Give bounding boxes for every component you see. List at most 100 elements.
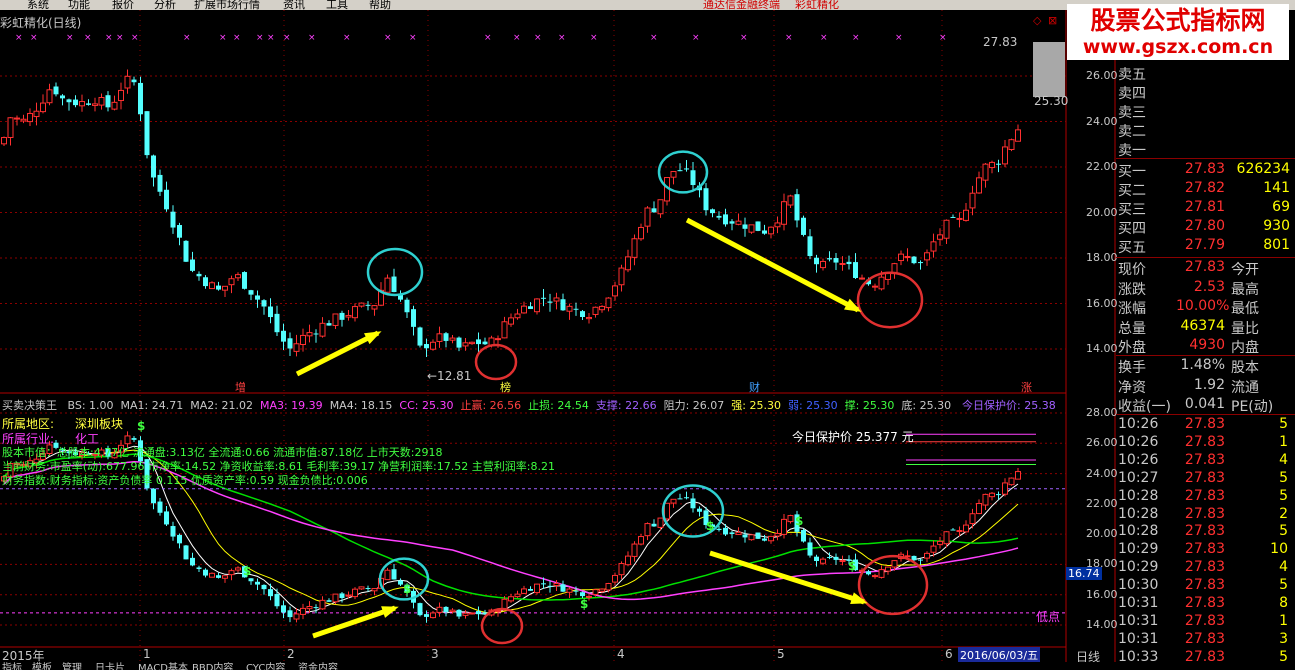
bottom-tab[interactable]: BBD内容 bbox=[192, 662, 233, 670]
indicator-param: 底: 25.30 bbox=[901, 399, 952, 412]
candle-body-down bbox=[996, 494, 1001, 496]
stat-row: 换手 1.48% 股本 bbox=[1116, 357, 1295, 376]
arrow-head bbox=[850, 592, 868, 604]
candle-body-down bbox=[677, 498, 683, 500]
candle-body-up bbox=[891, 560, 898, 568]
candle-body-down bbox=[853, 262, 858, 278]
candle-body-up bbox=[820, 260, 826, 269]
trend-arrow bbox=[312, 605, 396, 639]
candle-body-up bbox=[436, 606, 443, 613]
indicator-name[interactable]: 买卖决策王 bbox=[2, 399, 57, 412]
signal-marker: × bbox=[939, 33, 947, 43]
event-marker[interactable]: 财 bbox=[749, 379, 760, 395]
candle-body-up bbox=[352, 306, 358, 319]
candle-body-down bbox=[755, 532, 761, 539]
candle-body-down bbox=[339, 312, 345, 320]
quote-label: 总量 bbox=[1118, 320, 1146, 337]
buy-signal-marker: $ bbox=[243, 564, 251, 578]
candle-body-up bbox=[592, 589, 599, 595]
candle-body-down bbox=[424, 614, 429, 617]
indicator-param: MA4: 18.15 bbox=[329, 399, 393, 412]
quote-value: 27.83 bbox=[1184, 541, 1225, 558]
price-tick-label: 18.00 bbox=[1086, 251, 1118, 264]
signal-marker: × bbox=[183, 33, 191, 43]
bid-row: 买四 27.80 930 bbox=[1116, 218, 1295, 237]
stat-row: 收益(一) 0.041 PE(动) bbox=[1116, 396, 1295, 415]
candle-body-up bbox=[222, 285, 228, 291]
stat-row: 涨跌 2.53 最高 bbox=[1116, 279, 1295, 298]
quote-label: 10:31 bbox=[1118, 630, 1159, 647]
candle-body-down bbox=[573, 308, 579, 310]
candle-body-down bbox=[723, 214, 728, 225]
tick-row: 10:31 27.83 8 bbox=[1116, 595, 1295, 613]
candle-body-up bbox=[358, 302, 365, 307]
kline-chart[interactable]: × × × × × × × × × × × × × × × × × × × × × × × × × × × × × ×$$$$$ $$ bbox=[0, 10, 1116, 662]
candle-body-up bbox=[300, 334, 306, 346]
candle-body-up bbox=[566, 588, 573, 593]
candle-body-down bbox=[274, 594, 280, 607]
candle-body-down bbox=[287, 610, 293, 618]
candle-body-up bbox=[1015, 129, 1021, 142]
menu-extended-market[interactable]: 扩展市场行情 bbox=[194, 0, 260, 10]
candle-body-down bbox=[255, 581, 260, 585]
menu-analysis[interactable]: 分析 bbox=[154, 0, 176, 10]
event-marker[interactable]: 增 bbox=[235, 379, 246, 395]
quote-label: 买二 bbox=[1118, 183, 1146, 199]
bottom-tab[interactable]: 指标 bbox=[2, 662, 22, 670]
bottom-tab[interactable]: 日卡片 bbox=[95, 662, 125, 670]
candle-body-up bbox=[501, 321, 508, 339]
candle-body-up bbox=[371, 588, 378, 592]
candle-body-down bbox=[248, 578, 254, 582]
signal-marker: × bbox=[267, 33, 275, 43]
buy-signal-marker: $ bbox=[137, 419, 145, 433]
candle-body-up bbox=[293, 343, 300, 352]
menu-system[interactable]: 系统 bbox=[27, 0, 49, 10]
stat-row: 涨幅 10.00% 最低 bbox=[1116, 298, 1295, 317]
candle-body-down bbox=[417, 327, 423, 346]
bottom-tab[interactable]: 资金内容 bbox=[298, 662, 338, 670]
menu-help[interactable]: 帮助 bbox=[369, 0, 391, 10]
quote-label: 10:28 bbox=[1118, 487, 1159, 504]
quote-label: 10:31 bbox=[1118, 595, 1159, 611]
menu-quote[interactable]: 报价 bbox=[112, 0, 134, 10]
bottom-tab[interactable]: 管理 bbox=[62, 662, 82, 670]
divider bbox=[1116, 414, 1295, 415]
candle-body-down bbox=[326, 323, 332, 326]
tick-row: 10:31 27.83 1 bbox=[1116, 613, 1295, 631]
candle-body-down bbox=[716, 215, 722, 218]
event-marker[interactable]: 涨 bbox=[1021, 379, 1032, 395]
bottom-tab[interactable]: 模板 bbox=[32, 662, 52, 670]
candle-body-up bbox=[371, 305, 378, 310]
indicator-param: 支撑: 22.66 bbox=[595, 399, 657, 412]
candle-body-up bbox=[787, 195, 794, 206]
bid-row: 买五 27.79 801 bbox=[1116, 237, 1295, 256]
candle-body-down bbox=[866, 571, 871, 575]
candle-body-up bbox=[839, 560, 846, 563]
candle-body-up bbox=[7, 117, 14, 138]
candle-body-up bbox=[1, 137, 7, 145]
price-tick-label: 22.00 bbox=[1086, 496, 1118, 510]
quote-label: 买三 bbox=[1118, 202, 1146, 218]
candle-body-up bbox=[937, 234, 943, 240]
quote-volume: 930 bbox=[1263, 218, 1290, 234]
menu-news[interactable]: 资讯 bbox=[283, 0, 305, 10]
menu-tools[interactable]: 工具 bbox=[326, 0, 348, 10]
candle-body-up bbox=[787, 515, 794, 523]
quote-label: 买五 bbox=[1118, 240, 1146, 256]
candle-body-down bbox=[684, 497, 689, 499]
quote-volume: 1 bbox=[1279, 612, 1288, 629]
event-marker[interactable]: 榜 bbox=[500, 379, 511, 395]
candle-body-up bbox=[300, 607, 306, 615]
bottom-tab[interactable]: CYC内容 bbox=[246, 662, 285, 670]
candle-body-down bbox=[404, 299, 410, 313]
buy-signal-marker: $ bbox=[403, 582, 411, 596]
menu-function[interactable]: 功能 bbox=[68, 0, 90, 10]
candle-body-down bbox=[261, 584, 267, 590]
tick-row: 10:26 27.83 4 bbox=[1116, 452, 1295, 470]
candle-body-down bbox=[762, 230, 767, 234]
quote-volume: 10 bbox=[1270, 541, 1288, 558]
candle-body-down bbox=[268, 306, 273, 318]
highlight-circle bbox=[474, 343, 518, 381]
signal-marker: × bbox=[895, 33, 903, 43]
bottom-tab[interactable]: MACD基本 bbox=[138, 662, 188, 670]
